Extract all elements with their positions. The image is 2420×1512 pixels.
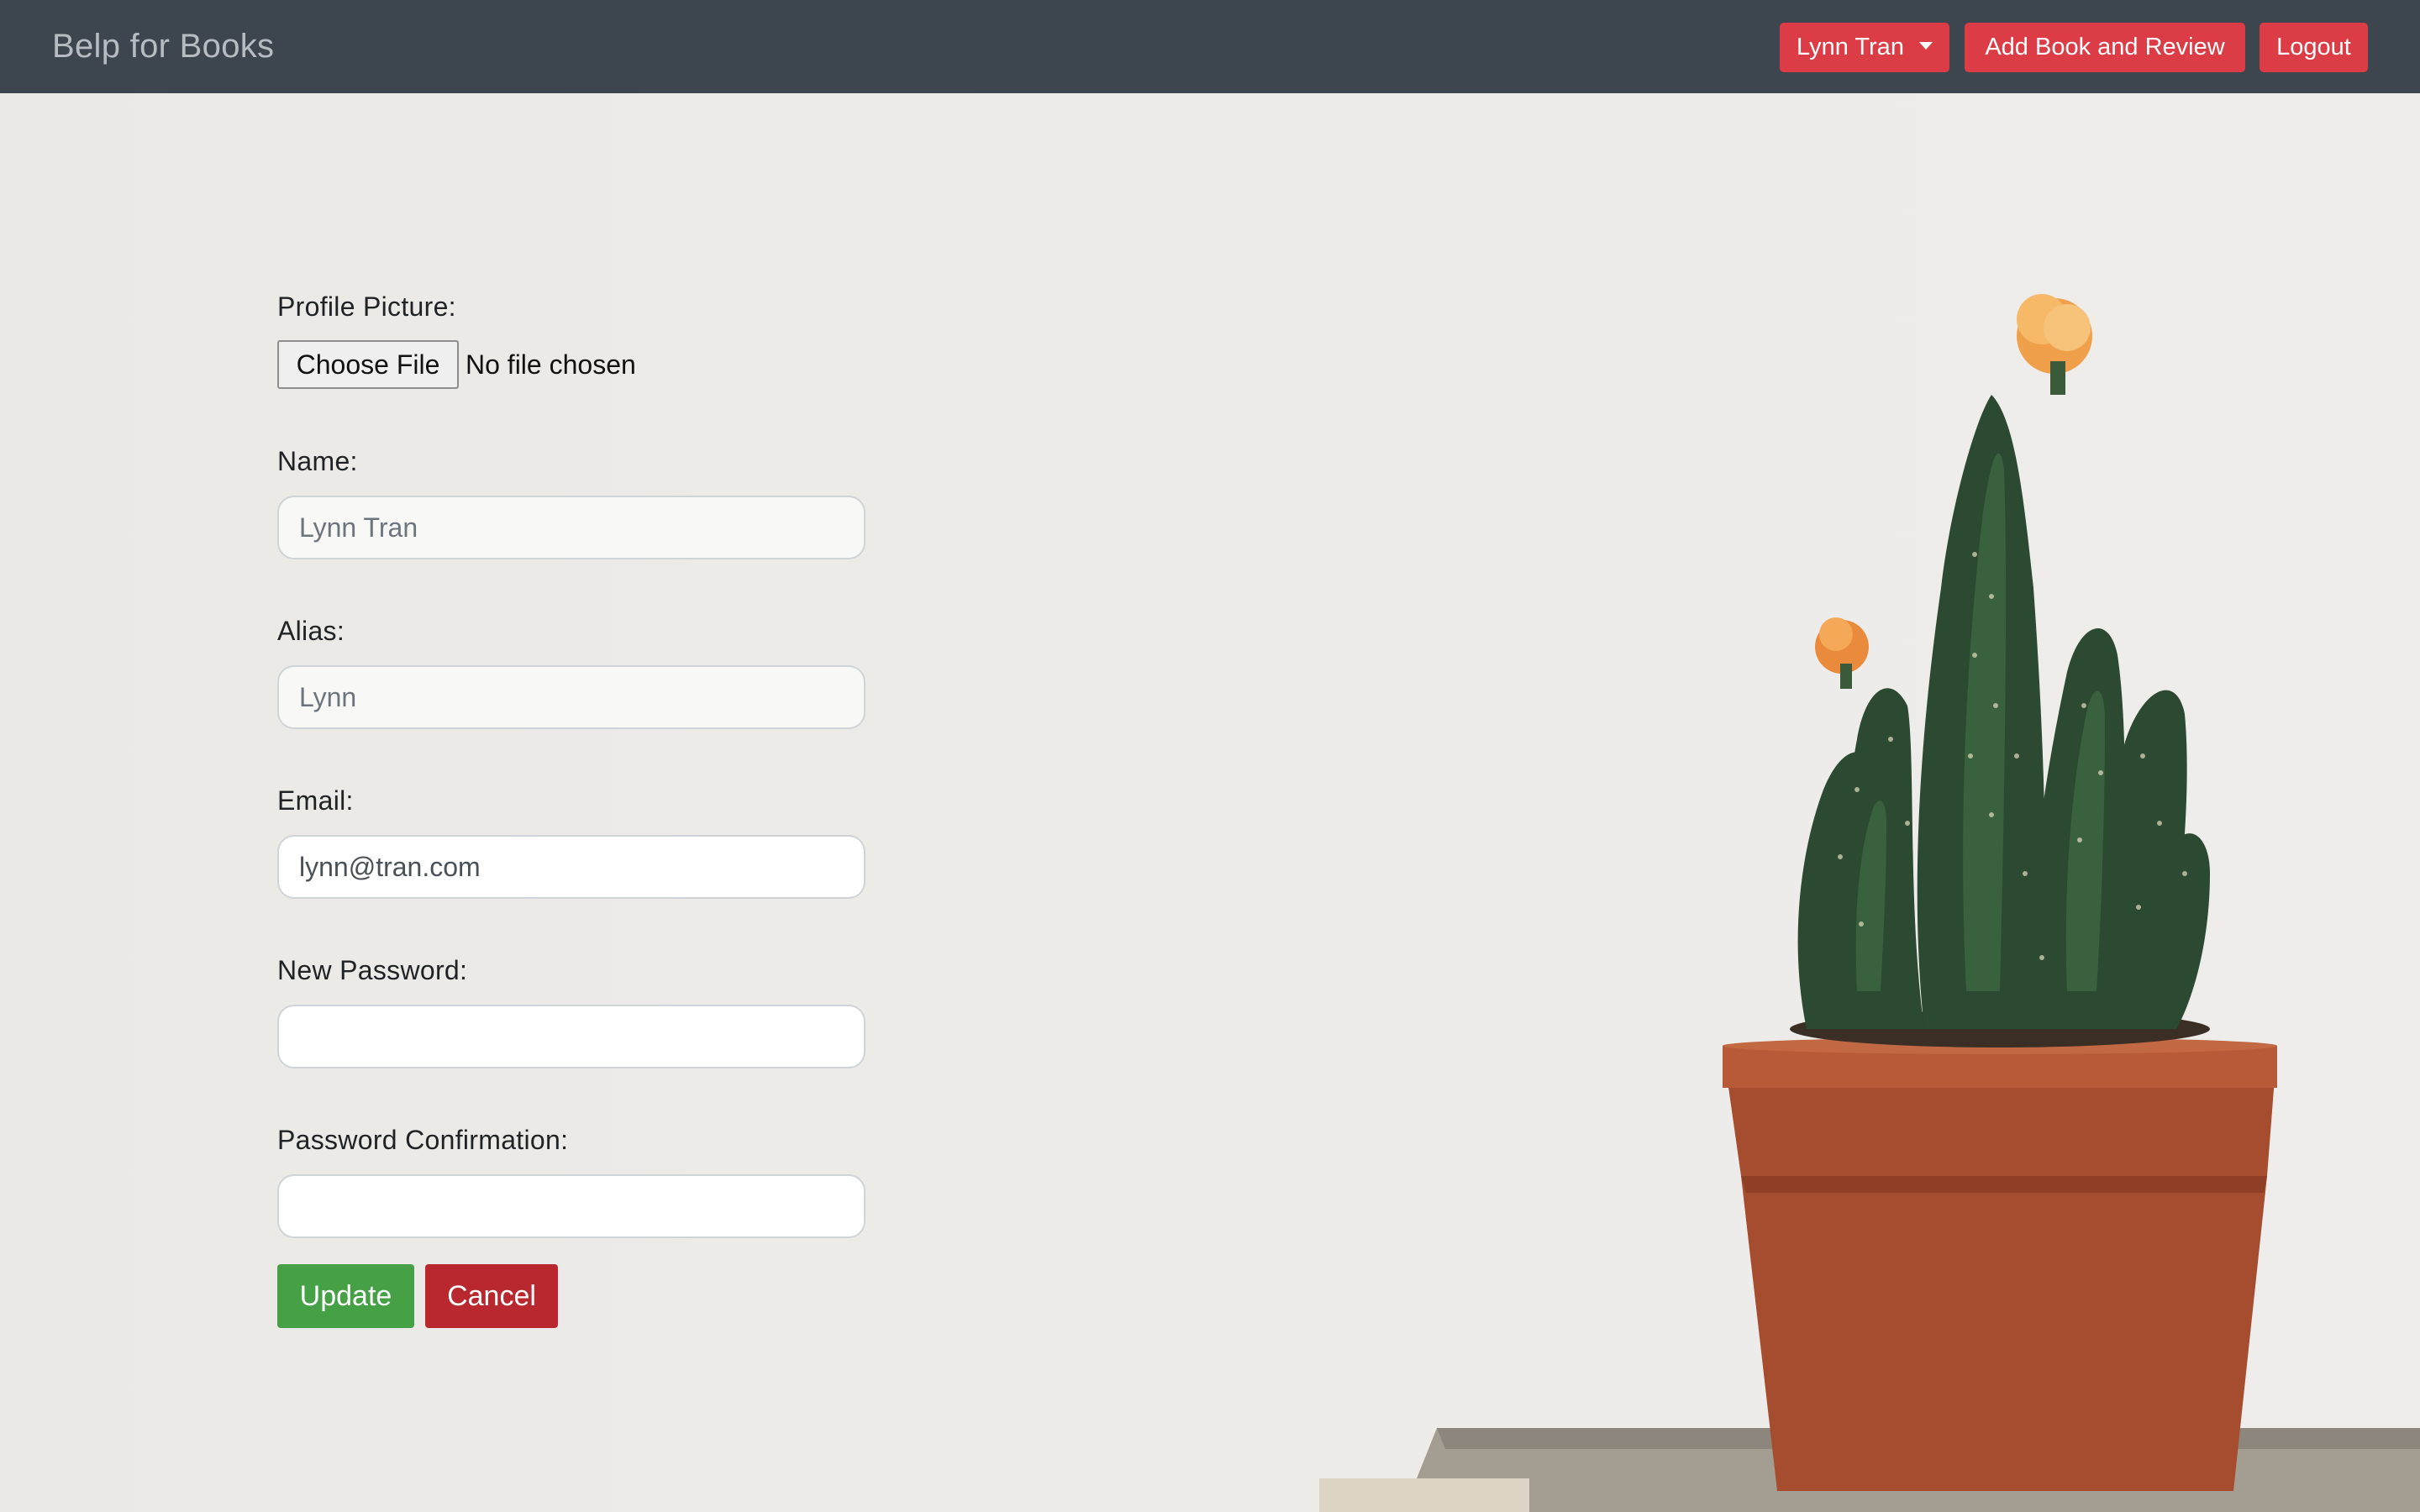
update-button[interactable]: Update: [277, 1264, 414, 1328]
add-book-review-button[interactable]: Add Book and Review: [1965, 23, 2245, 72]
profile-picture-label: Profile Picture:: [277, 291, 456, 322]
cancel-button[interactable]: Cancel: [425, 1264, 558, 1328]
email-label: Email:: [277, 785, 354, 816]
name-label: Name:: [277, 446, 358, 476]
logout-button[interactable]: Logout: [2260, 23, 2368, 72]
choose-file-button[interactable]: Choose File: [277, 340, 459, 389]
new-password-label: New Password:: [277, 955, 468, 985]
password-confirmation-field[interactable]: [277, 1174, 865, 1238]
alias-field[interactable]: [277, 665, 865, 729]
name-field[interactable]: [277, 496, 865, 559]
profile-picture-input: Choose File No file chosen: [277, 340, 781, 389]
user-menu-dropdown[interactable]: Lynn Tran: [1780, 23, 1949, 72]
brand-logo[interactable]: Belp for Books: [52, 25, 274, 67]
navbar: Belp for Books Lynn Tran Add Book and Re…: [0, 0, 2420, 93]
user-menu-label: Lynn Tran: [1797, 34, 1904, 60]
alias-label: Alias:: [277, 616, 345, 646]
new-password-field[interactable]: [277, 1005, 865, 1068]
file-status-text: No file chosen: [466, 349, 636, 380]
email-field[interactable]: [277, 835, 865, 899]
caret-down-icon: [1918, 41, 1933, 50]
password-confirmation-label: Password Confirmation:: [277, 1125, 569, 1155]
cactus-decoration-image: [1319, 294, 2420, 1512]
